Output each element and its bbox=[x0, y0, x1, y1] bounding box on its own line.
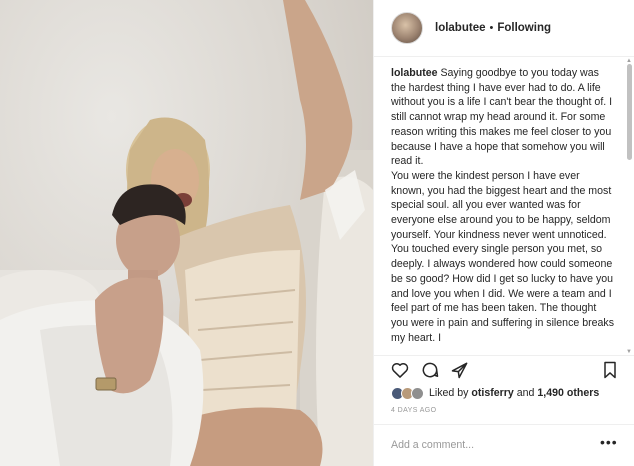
post-photo[interactable] bbox=[0, 0, 373, 466]
heart-icon[interactable] bbox=[390, 360, 410, 380]
following-button[interactable]: Following bbox=[497, 22, 551, 34]
likes-count-link[interactable]: 1,490 others bbox=[537, 387, 599, 399]
separator-dot: • bbox=[489, 22, 494, 34]
caption-scrollbar[interactable]: ▲ ▼ bbox=[626, 58, 632, 355]
avatar[interactable] bbox=[391, 12, 423, 44]
comment-box: Add a comment... ••• bbox=[374, 424, 634, 466]
post-header: lolabutee • Following bbox=[374, 0, 634, 57]
bookmark-icon[interactable] bbox=[600, 360, 620, 380]
photo-illustration bbox=[0, 0, 373, 466]
liker-avatar[interactable] bbox=[411, 386, 424, 400]
caption: lolabutee Saying goodbye to you today wa… bbox=[391, 66, 615, 353]
caption-text-1: Saying goodbye to you today was the hard… bbox=[391, 67, 613, 168]
scrollbar-thumb[interactable] bbox=[627, 64, 632, 160]
username-link[interactable]: lolabutee bbox=[435, 22, 485, 34]
comment-input[interactable]: Add a comment... bbox=[391, 439, 474, 451]
caption-username[interactable]: lolabutee bbox=[391, 67, 438, 79]
caption-paragraph-2: You were the kindest person I have ever … bbox=[391, 169, 612, 241]
likes-row: Liked by otisferry and 1,490 others bbox=[391, 385, 599, 401]
action-bar bbox=[374, 355, 634, 383]
post-date[interactable]: 4 DAYS AGO bbox=[391, 407, 437, 414]
likes-joiner: and bbox=[516, 387, 535, 399]
liker-username-link[interactable]: otisferry bbox=[471, 387, 513, 399]
post-details-panel: lolabutee • Following lolabutee Saying g… bbox=[373, 0, 634, 466]
caption-paragraph-1: lolabutee Saying goodbye to you today wa… bbox=[391, 66, 615, 169]
more-options-icon[interactable]: ••• bbox=[600, 434, 618, 450]
likes-prefix: Liked by bbox=[429, 387, 469, 399]
share-icon[interactable] bbox=[450, 360, 470, 380]
likes-text: Liked by otisferry and 1,490 others bbox=[429, 387, 599, 399]
caption-paragraph-3: You touched every single person you met,… bbox=[391, 243, 614, 344]
comment-icon[interactable] bbox=[420, 360, 440, 380]
